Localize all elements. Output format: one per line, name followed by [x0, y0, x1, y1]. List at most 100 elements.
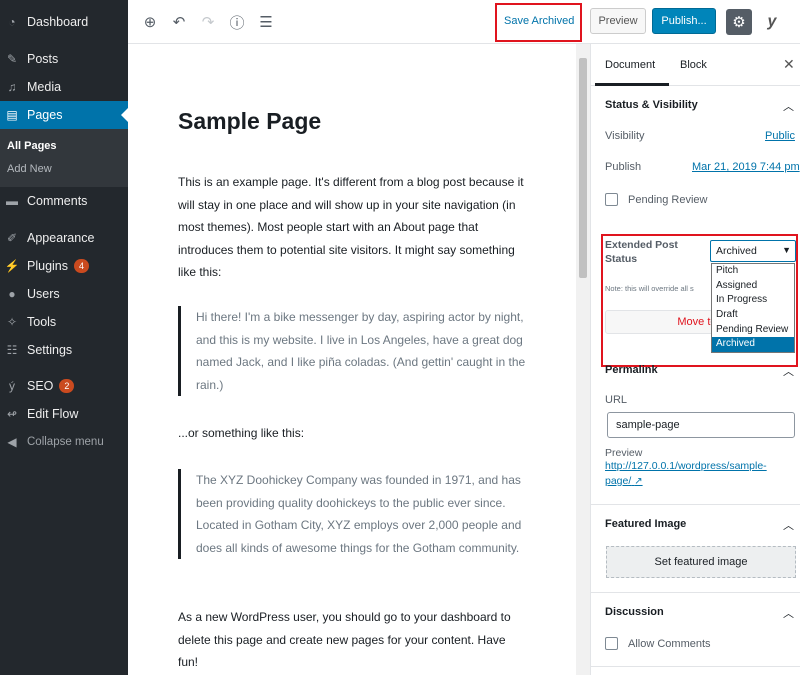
sidebar-item-label: Plugins — [27, 259, 68, 273]
save-archived-button[interactable]: Save Archived — [504, 15, 574, 27]
paragraph-block[interactable]: As a new WordPress user, you should go t… — [178, 606, 526, 674]
status-dropdown-list: Pitch Assigned In Progress Draft Pending… — [711, 263, 795, 353]
chevron-up-icon[interactable]: ︿ — [783, 517, 794, 533]
undo-icon[interactable]: ↶ — [168, 11, 190, 33]
featured-image-heading[interactable]: Featured Image — [605, 518, 686, 530]
visibility-label: Visibility — [605, 130, 645, 142]
outline-icon[interactable]: ☰ — [255, 11, 277, 33]
tab-document[interactable]: Document — [605, 59, 655, 71]
sidebar-item-comments[interactable]: ▬ Comments — [0, 187, 128, 215]
pages-icon: ▤ — [6, 108, 18, 122]
permalink-heading[interactable]: Permalink — [605, 364, 658, 376]
preview-url-link[interactable]: http://127.0.0.1/wordpress/sample-page/ … — [605, 459, 785, 489]
settings-panel: Document Block ✕ Status & Visibility ︿ V… — [590, 44, 800, 675]
gear-icon: ⚙ — [732, 14, 746, 31]
section-divider — [591, 666, 800, 667]
submenu-all-pages[interactable]: All Pages — [7, 140, 57, 152]
comment-icon: ▬ — [6, 194, 18, 208]
editor-toolbar: ⊕ ↶ ↷ ⓘ ☰ Save Archived Preview Publish.… — [128, 0, 800, 44]
select-value: Archived — [716, 245, 757, 257]
preview-url-text: http://127.0.0.1/wordpress/sample-page/ — [605, 460, 767, 487]
sidebar-item-label: Pages — [27, 108, 63, 122]
status-option[interactable]: Pitch — [712, 264, 794, 279]
url-slug-input[interactable]: sample-page — [607, 412, 795, 438]
editor-canvas: Sample Page This is an example page. It'… — [128, 44, 576, 675]
collapse-menu-label: Collapse menu — [27, 436, 104, 448]
allow-comments-label: Allow Comments — [628, 638, 711, 650]
set-featured-image-button[interactable]: Set featured image — [606, 546, 796, 578]
yoast-icon: y — [767, 13, 777, 30]
admin-sidebar: ◔ Dashboard ✎ Posts ♫ Media ▤ Pages All … — [0, 0, 128, 675]
publish-label: Publish — [605, 161, 642, 173]
status-visibility-heading[interactable]: Status & Visibility — [605, 99, 698, 111]
status-option[interactable]: Draft — [712, 308, 794, 323]
sidebar-item-media[interactable]: ♫ Media — [0, 73, 128, 101]
discussion-heading[interactable]: Discussion — [605, 606, 664, 618]
sidebar-item-seo[interactable]: ý SEO 2 — [0, 372, 128, 400]
preview-button[interactable]: Preview — [590, 8, 646, 34]
quote-block[interactable]: Hi there! I'm a bike messenger by day, a… — [178, 306, 526, 396]
chevron-up-icon[interactable]: ︿ — [783, 363, 794, 379]
wrench-icon: ✧ — [6, 315, 18, 329]
add-block-icon[interactable]: ⊕ — [139, 11, 161, 33]
sidebar-item-label: Settings — [27, 343, 73, 357]
external-link-icon: ↗ — [634, 476, 643, 487]
visibility-link[interactable]: Public — [765, 130, 795, 142]
preview-label: Preview — [605, 447, 643, 459]
yoast-toggle-button[interactable]: y — [760, 10, 784, 34]
pending-review-checkbox[interactable] — [605, 193, 618, 206]
status-option[interactable]: In Progress — [712, 293, 794, 308]
status-option-selected[interactable]: Archived — [712, 337, 794, 353]
settings-toggle-button[interactable]: ⚙ — [726, 9, 752, 35]
sidebar-item-dashboard[interactable]: ◔ Dashboard — [0, 8, 128, 36]
allow-comments-checkbox[interactable] — [605, 637, 618, 650]
close-panel-icon[interactable]: ✕ — [783, 56, 795, 73]
tab-block[interactable]: Block — [680, 59, 707, 71]
status-option[interactable]: Assigned — [712, 279, 794, 294]
sidebar-item-label: SEO — [27, 379, 54, 393]
sidebar-item-label: Edit Flow — [27, 407, 79, 421]
collapse-icon: ◀ — [7, 435, 17, 449]
collapse-menu-button[interactable]: ◀ Collapse menu — [0, 428, 128, 456]
sidebar-item-posts[interactable]: ✎ Posts — [0, 45, 128, 73]
active-tab-indicator — [595, 83, 669, 86]
sidebar-item-settings[interactable]: ☷ Settings — [0, 336, 128, 364]
plugin-icon: ⚡ — [4, 259, 20, 273]
redo-icon[interactable]: ↷ — [197, 11, 219, 33]
user-icon: ● — [8, 287, 16, 301]
pin-icon: ✎ — [6, 52, 18, 66]
section-divider — [591, 504, 800, 505]
sidebar-item-users[interactable]: ● Users — [0, 280, 128, 308]
paragraph-block[interactable]: ...or something like this: — [178, 422, 526, 445]
settings-icon: ☷ — [6, 343, 18, 357]
paragraph-block[interactable]: This is an example page. It's different … — [178, 171, 526, 284]
submenu-add-new[interactable]: Add New — [7, 163, 52, 175]
extended-status-select[interactable]: Archived ▼ — [710, 240, 796, 262]
publish-date-link[interactable]: Mar 21, 2019 7:44 pm — [692, 161, 800, 173]
sidebar-item-edit-flow[interactable]: ↫ Edit Flow — [0, 400, 128, 428]
sidebar-item-appearance[interactable]: ✐ Appearance — [0, 224, 128, 252]
sidebar-item-tools[interactable]: ✧ Tools — [0, 308, 128, 336]
sidebar-item-label: Tools — [27, 315, 57, 329]
page-title[interactable]: Sample Page — [178, 108, 321, 135]
sidebar-item-label: Posts — [27, 52, 59, 66]
media-icon: ♫ — [7, 80, 17, 94]
dashboard-icon: ◔ — [8, 15, 16, 29]
section-divider — [591, 592, 800, 593]
override-note: Note: this will override all s — [605, 284, 694, 293]
status-option[interactable]: Pending Review — [712, 323, 794, 338]
sidebar-item-pages[interactable]: ▤ Pages — [0, 101, 128, 129]
sidebar-item-plugins[interactable]: ⚡ Plugins 4 — [0, 252, 128, 280]
info-icon[interactable]: ⓘ — [226, 11, 248, 33]
sidebar-item-label: Appearance — [27, 231, 95, 245]
chevron-up-icon[interactable]: ︿ — [783, 605, 794, 621]
extended-status-label: Extended Post Status — [605, 239, 678, 265]
publish-button[interactable]: Publish... — [652, 8, 716, 34]
quote-block[interactable]: The XYZ Doohickey Company was founded in… — [178, 469, 526, 559]
scrollbar-thumb[interactable] — [579, 58, 587, 278]
sidebar-item-label: Users — [27, 287, 60, 301]
chevron-up-icon[interactable]: ︿ — [783, 98, 794, 114]
panel-tabs: Document Block ✕ — [591, 44, 800, 86]
editor-scrollbar[interactable] — [576, 44, 590, 675]
sidebar-item-label: Media — [27, 80, 62, 94]
